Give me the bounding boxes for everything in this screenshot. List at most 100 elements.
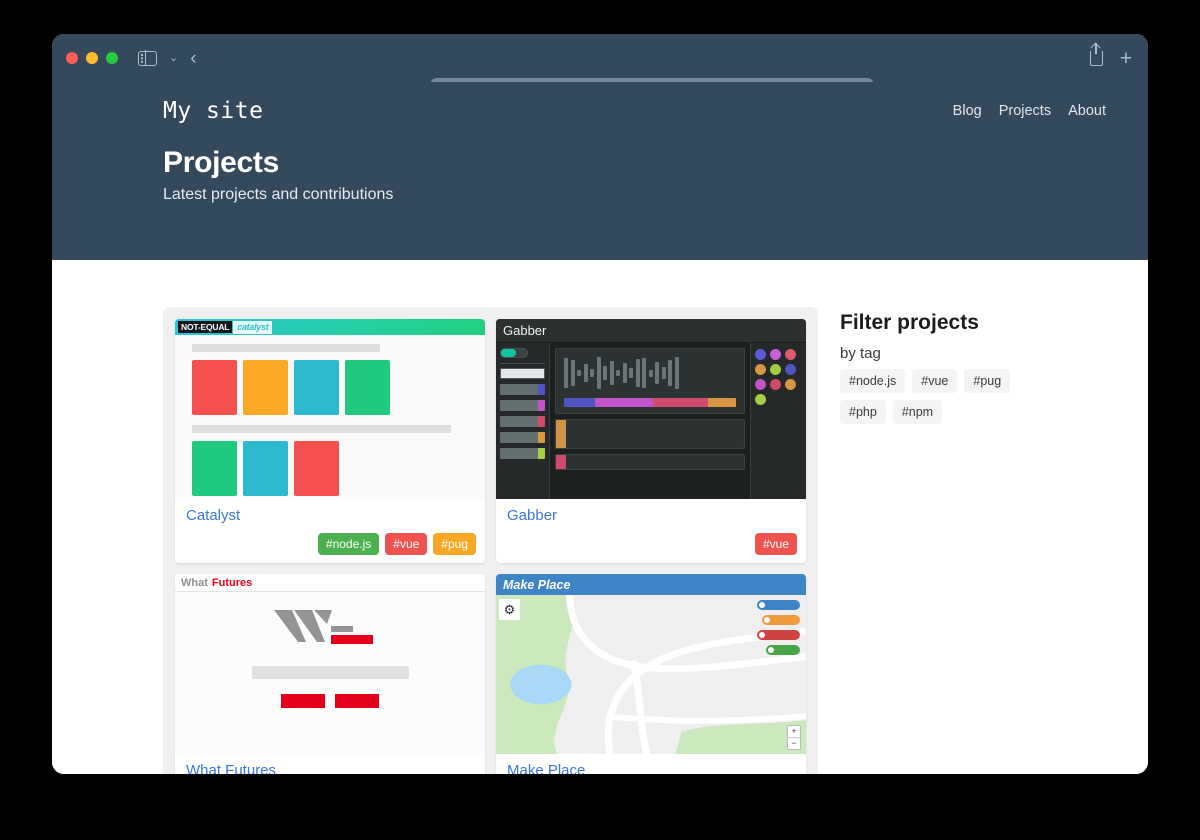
project-title-link[interactable]: Gabber xyxy=(507,507,795,524)
gabber-bar xyxy=(500,416,545,427)
gabber-color-dot xyxy=(770,349,781,360)
browser-toolbar: ⌄ ‹ i localhost:3000/projects ••• + xyxy=(52,34,1148,106)
whatfutures-titlebar: What Futures xyxy=(175,574,485,592)
filter-title: Filter projects xyxy=(840,311,979,334)
site-header: My site Blog Projects About Projects Lat… xyxy=(52,82,1148,260)
project-thumbnail-what-futures: What Futures xyxy=(175,574,485,754)
catalyst-tile xyxy=(243,441,288,496)
catalyst-tile xyxy=(294,441,339,496)
whatfutures-button xyxy=(335,694,379,708)
catalyst-tile xyxy=(192,441,237,496)
nav-item-blog[interactable]: Blog xyxy=(953,103,982,119)
settings-gear-button[interactable]: ⚙ xyxy=(499,599,520,620)
filter-panel: Filter projects by tag #node.js #vue #pu… xyxy=(840,307,1120,774)
gabber-color-dot xyxy=(755,349,766,360)
gabber-color-dot xyxy=(755,379,766,390)
window-traffic-lights[interactable] xyxy=(66,52,118,64)
project-card-body: What Futures #node.js #vue xyxy=(175,754,485,774)
map-zoom-controls[interactable]: + − xyxy=(787,725,801,750)
makeplace-toggle[interactable] xyxy=(762,615,800,625)
catalyst-logo-bar: NOT-EQUAL catalyst xyxy=(175,319,485,335)
gabber-bar xyxy=(500,400,545,411)
main-content: NOT-EQUAL catalyst Catalyst #node.js #vu… xyxy=(52,260,1148,774)
page-title: Projects xyxy=(163,146,279,179)
gabber-editor xyxy=(550,343,750,499)
gabber-color-dot xyxy=(785,349,796,360)
site-topbar: My site Blog Projects About xyxy=(52,82,1148,124)
project-title-link[interactable]: What Futures xyxy=(186,762,474,774)
project-tag[interactable]: #vue xyxy=(385,533,428,555)
project-tag-list: #node.js #vue #pug xyxy=(317,533,476,555)
project-card-body: Make Place #php #vue xyxy=(496,754,806,774)
gabber-color-dot xyxy=(785,364,796,375)
close-window-button[interactable] xyxy=(66,52,78,64)
catalyst-tile-row-2 xyxy=(192,441,468,496)
nav-item-projects[interactable]: Projects xyxy=(999,103,1051,119)
catalyst-tile xyxy=(345,360,390,415)
browser-window: ⌄ ‹ i localhost:3000/projects ••• + My s… xyxy=(52,34,1148,774)
whatfutures-w-logo xyxy=(274,610,373,644)
project-tag[interactable]: #vue xyxy=(754,533,797,555)
catalyst-tile xyxy=(294,360,339,415)
filter-subtitle: by tag xyxy=(840,345,881,362)
share-icon xyxy=(1089,42,1103,66)
gabber-waveform-panel xyxy=(555,348,745,414)
catalyst-tile xyxy=(192,360,237,415)
share-button[interactable] xyxy=(1089,42,1103,66)
new-tab-icon[interactable]: + xyxy=(1120,48,1132,69)
filter-tag-pug[interactable]: #pug xyxy=(964,369,1011,393)
maximize-window-button[interactable] xyxy=(106,52,118,64)
makeplace-layer-toggles xyxy=(757,600,800,660)
gabber-sidebar xyxy=(496,343,550,499)
makeplace-toggle[interactable] xyxy=(757,600,800,610)
catalyst-tile-row-1 xyxy=(192,360,468,415)
gabber-toggle xyxy=(500,348,528,358)
project-thumbnail-make-place: Make Place ⚙ + − xyxy=(496,574,806,754)
zoom-out-button[interactable]: − xyxy=(788,738,800,749)
back-button[interactable]: ‹ xyxy=(190,49,196,68)
filter-tag-php[interactable]: #php xyxy=(840,400,886,424)
sidebar-toggle-button[interactable] xyxy=(138,49,157,67)
page-subtitle: Latest projects and contributions xyxy=(163,186,394,203)
makeplace-toggle[interactable] xyxy=(757,630,800,640)
filter-tag-npm[interactable]: #npm xyxy=(892,400,943,424)
gabber-color-dot xyxy=(755,364,766,375)
whatfutures-logo xyxy=(175,606,485,648)
gabber-bar xyxy=(500,448,545,459)
page-heading: Projects Latest projects and contributio… xyxy=(52,124,1148,204)
filter-tag-nodejs[interactable]: #node.js xyxy=(840,369,906,393)
catalyst-tile xyxy=(243,360,288,415)
toolbar-right-actions: + xyxy=(1089,42,1132,69)
site-brand[interactable]: My site xyxy=(163,98,263,124)
project-title-link[interactable]: Catalyst xyxy=(186,507,474,524)
project-tag[interactable]: #pug xyxy=(433,533,476,555)
makeplace-toggle[interactable] xyxy=(766,645,800,655)
gabber-waveform xyxy=(564,355,736,391)
filter-tag-vue[interactable]: #vue xyxy=(912,369,958,393)
zoom-in-button[interactable]: + xyxy=(788,726,800,738)
project-title-link[interactable]: Make Place xyxy=(507,762,795,774)
minimize-window-button[interactable] xyxy=(86,52,98,64)
catalyst-placeholder-bar xyxy=(192,344,380,352)
whatfutures-title-a: What xyxy=(181,576,208,589)
gabber-color-dot xyxy=(770,364,781,375)
gabber-bar xyxy=(500,432,545,443)
project-card-gabber[interactable]: Gabber Gabber #vue xyxy=(496,319,806,563)
project-tag[interactable]: #node.js xyxy=(317,533,380,555)
project-card-make-place[interactable]: Make Place ⚙ + − Make Place xyxy=(496,574,806,774)
main-nav: Blog Projects About xyxy=(953,103,1106,119)
catalyst-logo-prefix: NOT-EQUAL xyxy=(178,321,233,333)
gabber-color-dot xyxy=(770,379,781,390)
gabber-color-dot xyxy=(785,379,796,390)
gabber-track xyxy=(555,419,745,449)
project-card-catalyst[interactable]: NOT-EQUAL catalyst Catalyst #node.js #vu… xyxy=(175,319,485,563)
nav-item-about[interactable]: About xyxy=(1068,103,1106,119)
gabber-app-title: Gabber xyxy=(496,319,806,343)
whatfutures-button-row xyxy=(175,694,485,708)
project-card-what-futures[interactable]: What Futures What Futures xyxy=(175,574,485,774)
catalyst-placeholder-bar xyxy=(192,425,452,433)
makeplace-titlebar: Make Place xyxy=(496,574,806,595)
sidebar-dropdown-button[interactable]: ⌄ xyxy=(169,52,178,64)
gabber-color-palette xyxy=(750,343,806,499)
project-thumbnail-catalyst: NOT-EQUAL catalyst xyxy=(175,319,485,499)
